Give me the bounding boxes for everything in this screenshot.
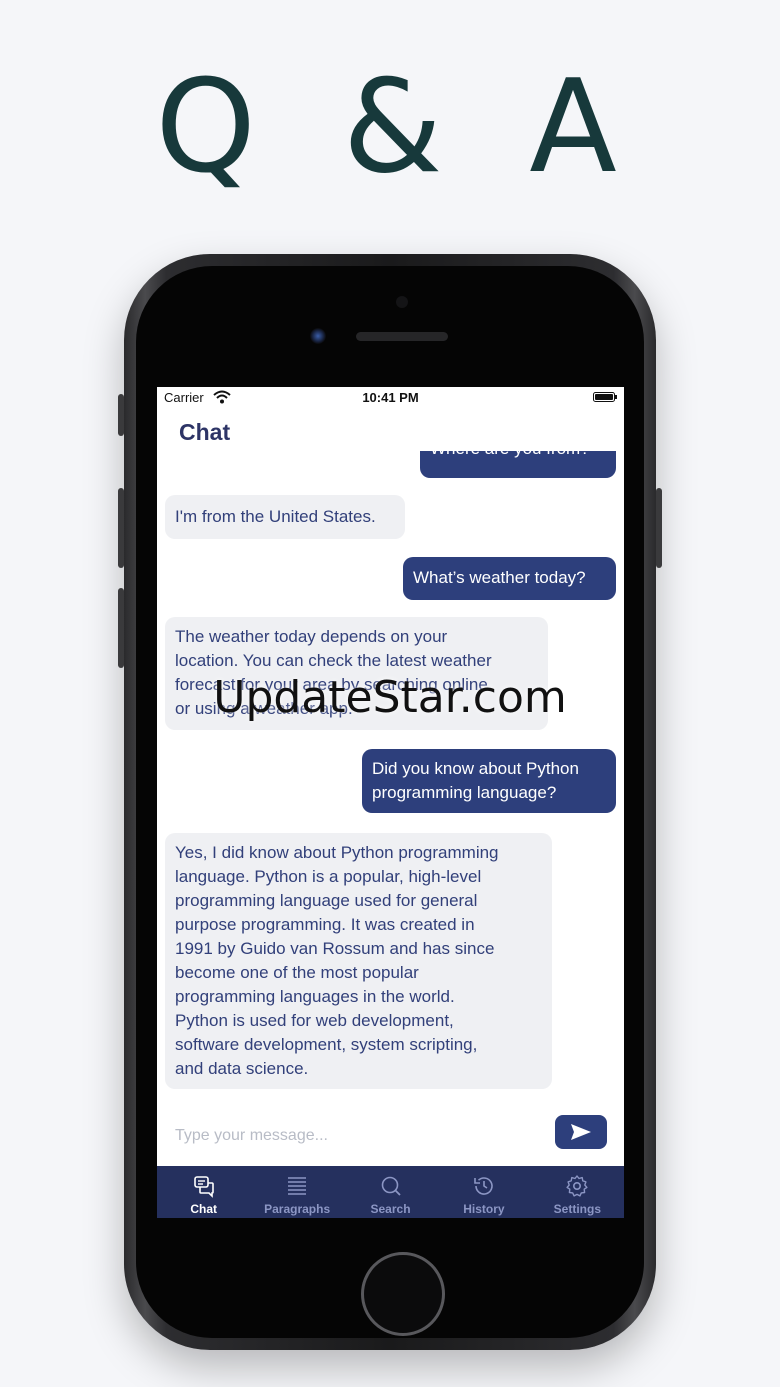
send-button[interactable] xyxy=(555,1115,607,1149)
battery-icon xyxy=(593,392,617,402)
volume-up-button xyxy=(118,488,124,568)
send-icon xyxy=(571,1124,591,1140)
mute-switch xyxy=(118,394,124,436)
tab-chat[interactable]: Chat xyxy=(157,1166,250,1218)
tab-label: Search xyxy=(370,1202,411,1216)
tab-history[interactable]: History xyxy=(437,1166,530,1218)
tab-paragraphs[interactable]: Paragraphs xyxy=(250,1166,343,1218)
sensor-dot xyxy=(396,296,408,308)
watermark: UpdateStar.com xyxy=(213,672,567,723)
page-title: Chat xyxy=(179,419,231,445)
search-icon xyxy=(381,1176,401,1196)
tab-label: History xyxy=(463,1202,505,1216)
tab-label: Settings xyxy=(553,1202,601,1216)
status-bar: Carrier 10:41 PM xyxy=(157,387,624,409)
volume-down-button xyxy=(118,588,124,668)
paragraphs-icon xyxy=(288,1177,307,1195)
message-bubble-bot: Yes, I did know about Python programming… xyxy=(165,833,552,1089)
message-bubble-user: Did you know about Python programming la… xyxy=(362,749,616,813)
history-icon xyxy=(474,1177,493,1195)
tab-bar: Chat Paragraphs Search History Settings xyxy=(157,1166,624,1218)
message-input[interactable] xyxy=(173,1119,537,1153)
message-bubble-user: What’s weather today? xyxy=(403,557,616,600)
message-bubble-bot: I'm from the United States. xyxy=(165,495,405,539)
chat-messages[interactable]: Where are you from? I'm from the United … xyxy=(157,451,624,1111)
chat-icon xyxy=(193,1176,214,1198)
tab-label: Chat xyxy=(190,1202,218,1216)
message-composer xyxy=(157,1111,624,1165)
clock: 10:41 PM xyxy=(362,390,419,405)
headline: Q & A xyxy=(155,53,625,202)
tab-search[interactable]: Search xyxy=(344,1166,437,1218)
front-camera xyxy=(310,328,326,344)
tab-label: Paragraphs xyxy=(264,1202,331,1216)
earpiece-speaker xyxy=(356,332,448,341)
message-bubble-user: Where are you from? xyxy=(420,451,616,478)
gear-icon xyxy=(566,1175,588,1197)
home-button[interactable] xyxy=(361,1252,445,1336)
power-button xyxy=(656,488,662,568)
app-screen: Carrier 10:41 PM Chat Where are you from… xyxy=(157,387,624,1218)
tab-settings[interactable]: Settings xyxy=(531,1166,624,1218)
